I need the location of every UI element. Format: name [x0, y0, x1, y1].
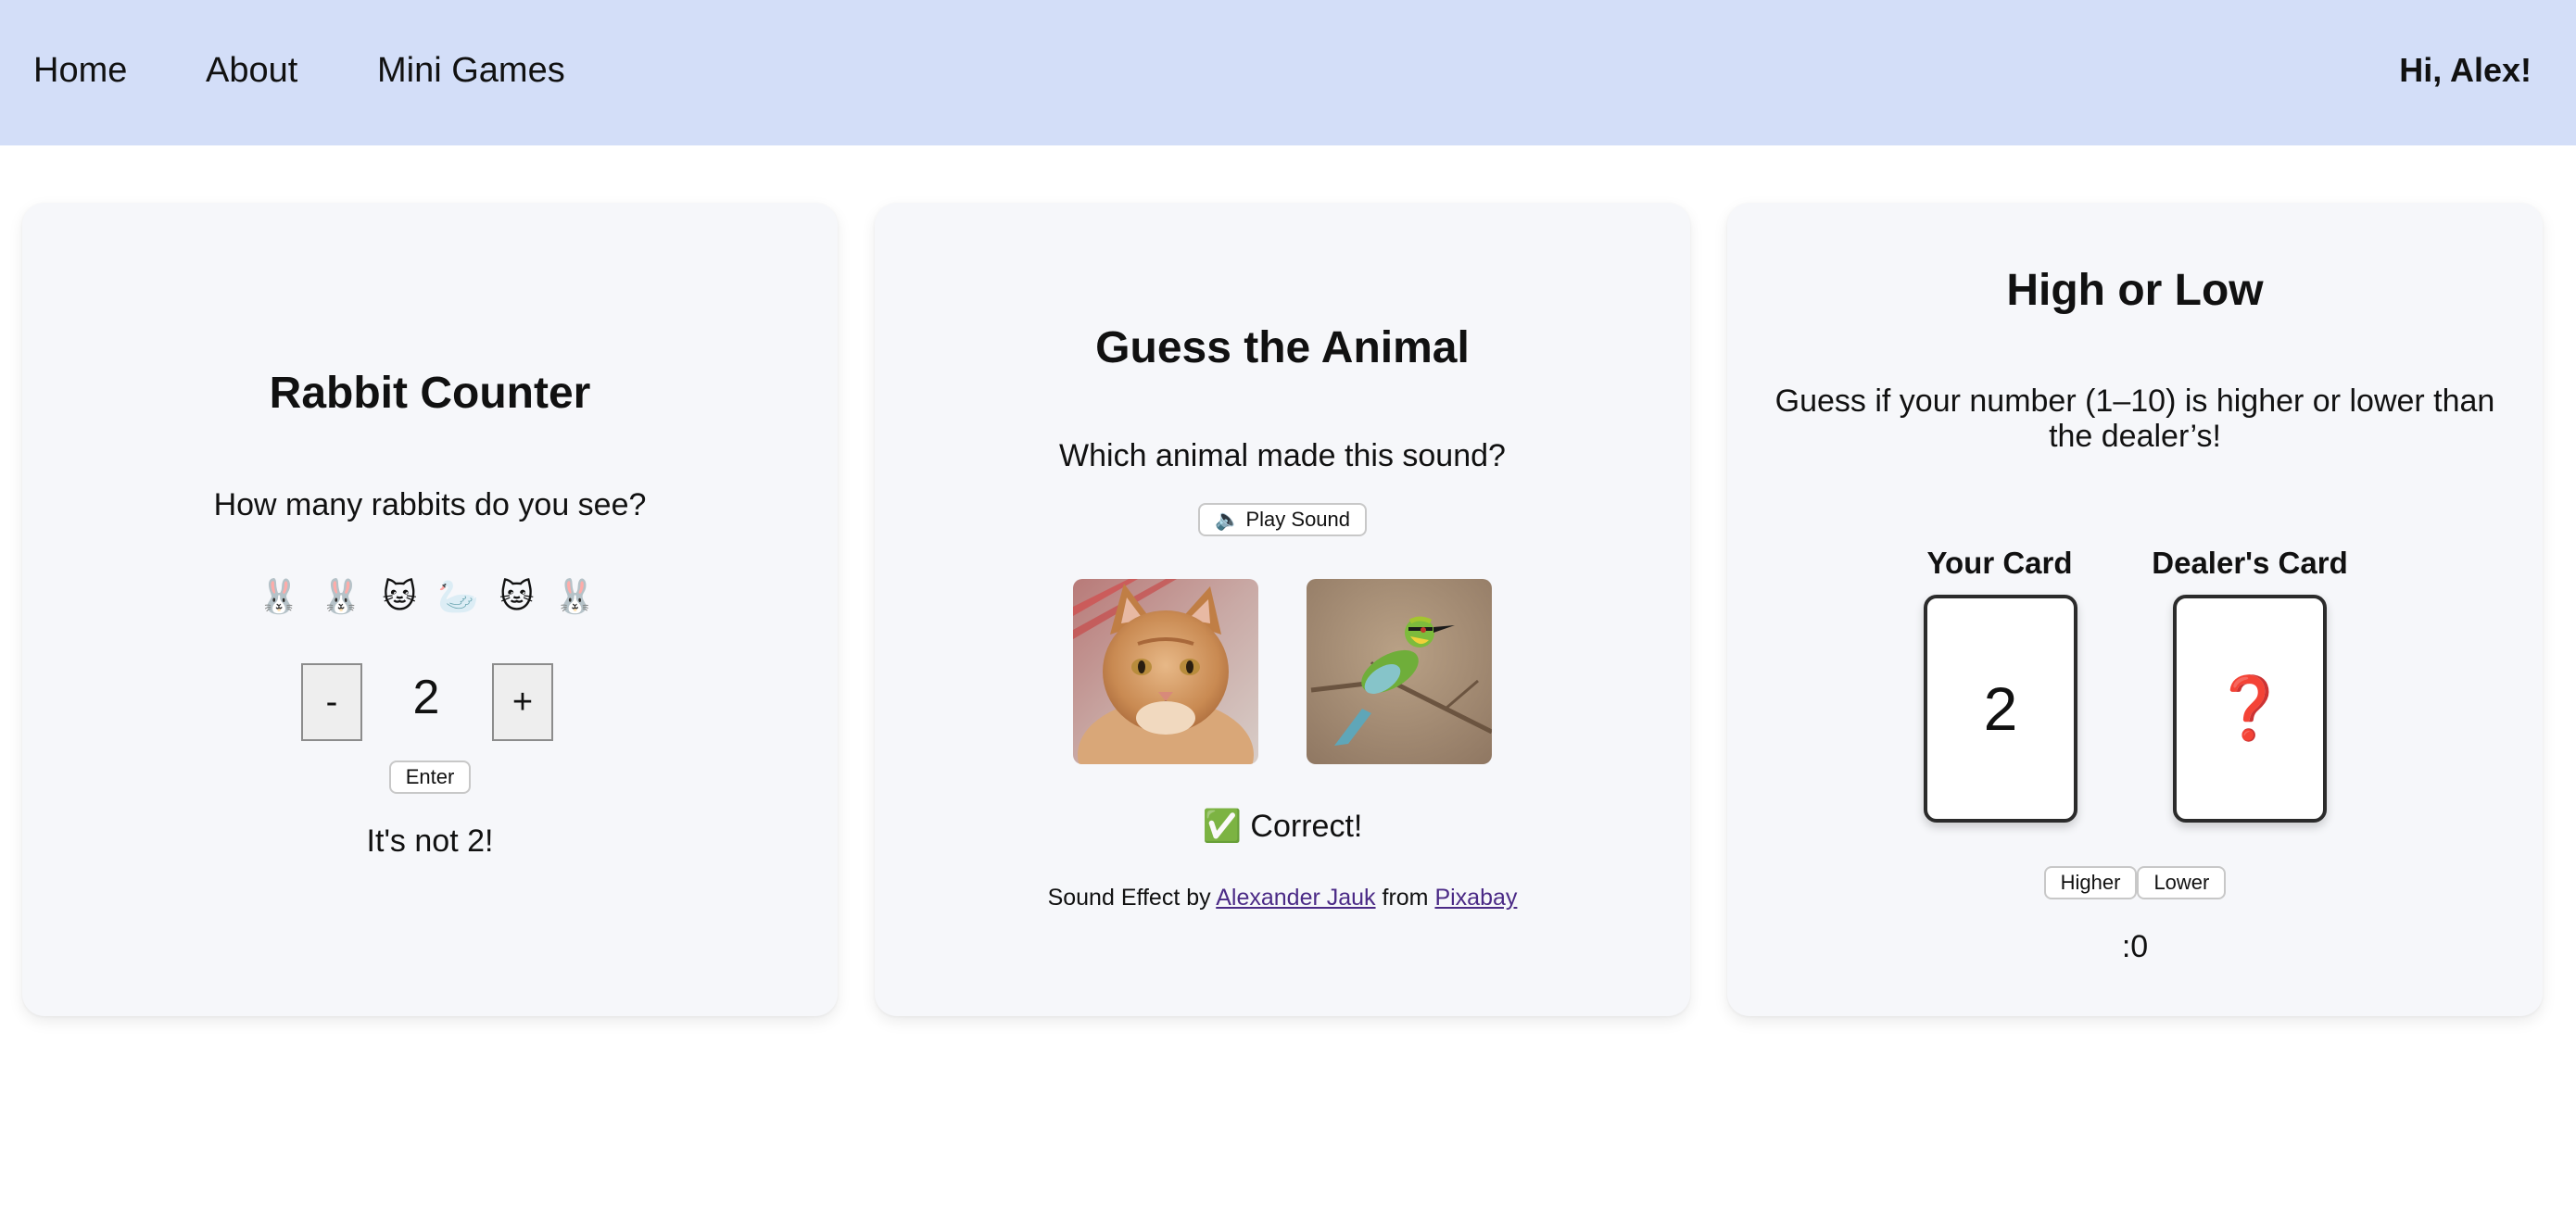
- credit-source-link[interactable]: Pixabay: [1434, 885, 1517, 911]
- higher-button[interactable]: Higher: [2043, 866, 2138, 899]
- cat-emoji: 🐱: [499, 577, 540, 615]
- high-low-prompt: Guess if your number (1–10) is higher or…: [1774, 383, 2495, 454]
- score-text: :0: [2121, 929, 2149, 964]
- play-sound-button[interactable]: 🔈 Play Sound: [1197, 503, 1368, 536]
- credit-prefix: Sound Effect by: [1047, 885, 1211, 911]
- bird-photo: [1307, 579, 1492, 764]
- rabbit-result-text: It's not 2!: [366, 823, 494, 859]
- top-navbar: Home About Mini Games Hi, Alex!: [0, 0, 2576, 145]
- enter-button-wrap: Enter: [22, 761, 838, 794]
- nav-home-link[interactable]: Home: [33, 48, 127, 93]
- enter-button[interactable]: Enter: [388, 761, 472, 794]
- your-card: 2: [1924, 595, 2077, 823]
- guess-buttons: Higher Lower: [1727, 866, 2543, 899]
- your-card-label: Your Card: [1926, 546, 2073, 580]
- credit-author-link[interactable]: Alexander Jauk: [1216, 885, 1375, 911]
- swan-emoji: 🦢: [437, 577, 485, 615]
- animal-emoji-row: 🐰 🐰 🐱 🦢 🐱 🐰: [22, 577, 838, 616]
- cat-photo: [1073, 579, 1258, 764]
- rabbit-counter-title: Rabbit Counter: [269, 369, 591, 418]
- high-low-card: High or Low Guess if your number (1–10) …: [1727, 203, 2543, 1016]
- rabbit-counter-card: Rabbit Counter How many rabbits do you s…: [22, 203, 838, 1016]
- question-mark-icon: ❓: [2211, 673, 2289, 742]
- guess-animal-title: Guess the Animal: [1095, 323, 1470, 372]
- rabbit-emoji: 🐰: [320, 577, 368, 615]
- rabbit-counter-prompt: How many rabbits do you see?: [213, 487, 647, 522]
- guess-animal-card: Guess the Animal Which animal made this …: [875, 203, 1690, 1016]
- rabbit-emoji: 🐰: [554, 577, 602, 615]
- play-sound-wrap: 🔈 Play Sound: [875, 503, 1690, 536]
- guess-animal-result: ✅ Correct!: [1202, 809, 1363, 844]
- guess-animal-prompt: Which animal made this sound?: [1059, 438, 1506, 473]
- sound-credit: Sound Effect by Alexander Jauk from Pixa…: [875, 885, 1690, 911]
- rabbit-emoji: 🐰: [258, 577, 306, 615]
- nav-mini-games-link[interactable]: Mini Games: [377, 48, 565, 93]
- credit-middle: from: [1382, 885, 1429, 911]
- high-low-title: High or Low: [2006, 266, 2264, 315]
- cat-choice-image[interactable]: [1073, 579, 1258, 764]
- bird-choice-image[interactable]: [1307, 579, 1492, 764]
- increment-button[interactable]: +: [492, 663, 553, 741]
- cat-emoji: 🐱: [382, 577, 423, 615]
- nav-about-link[interactable]: About: [206, 48, 297, 93]
- user-greeting: Hi, Alex!: [2399, 51, 2532, 89]
- rabbit-count-value: 2: [412, 671, 440, 724]
- dealer-card-label: Dealer's Card: [2152, 546, 2348, 580]
- dealer-card: ❓: [2173, 595, 2327, 823]
- lower-button[interactable]: Lower: [2137, 866, 2227, 899]
- decrement-button[interactable]: -: [301, 663, 362, 741]
